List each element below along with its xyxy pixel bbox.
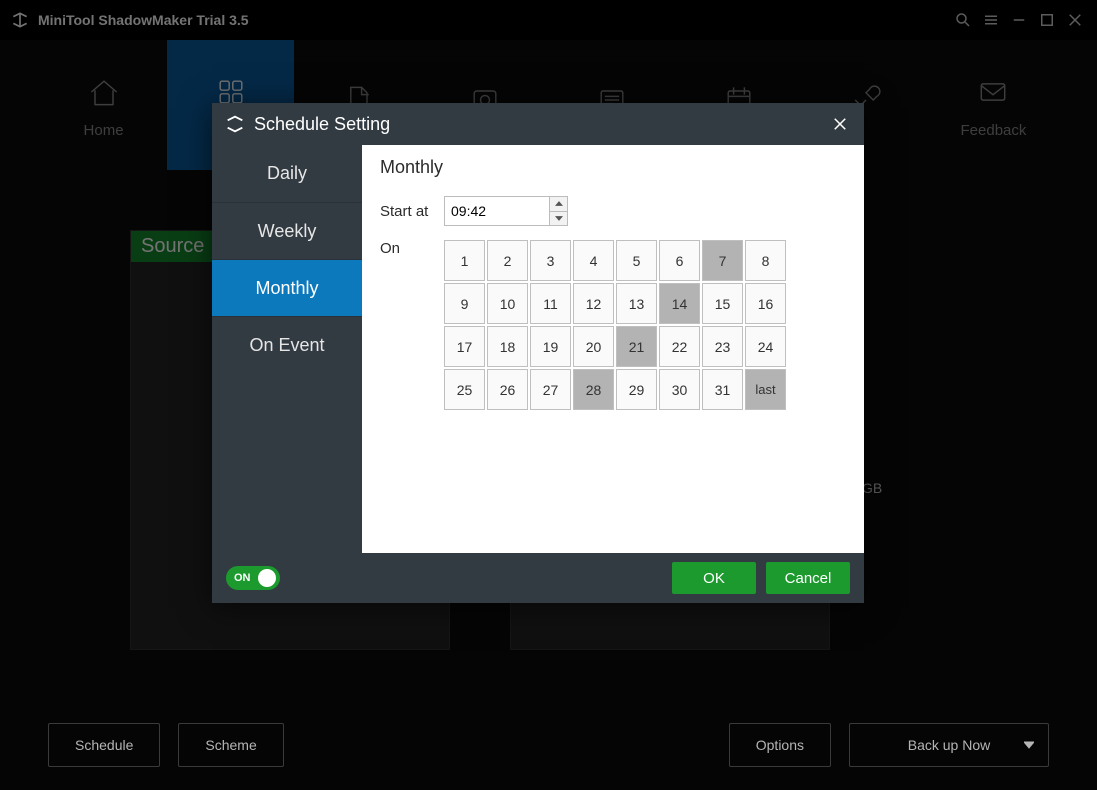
close-icon[interactable] — [828, 112, 852, 136]
day-7[interactable]: 7 — [702, 240, 743, 281]
day-26[interactable]: 26 — [487, 369, 528, 410]
bottom-bar: Schedule Scheme Options Back up Now — [0, 700, 1097, 790]
day-23[interactable]: 23 — [702, 326, 743, 367]
day-17[interactable]: 17 — [444, 326, 485, 367]
day-18[interactable]: 18 — [487, 326, 528, 367]
tab-on-event[interactable]: On Event — [212, 316, 362, 373]
days-grid: 1234567891011121314151617181920212223242… — [444, 240, 786, 410]
day-3[interactable]: 3 — [530, 240, 571, 281]
schedule-button[interactable]: Schedule — [48, 723, 160, 767]
day-30[interactable]: 30 — [659, 369, 700, 410]
start-time-spinner[interactable] — [444, 196, 568, 226]
day-15[interactable]: 15 — [702, 283, 743, 324]
tab-weekly[interactable]: Weekly — [212, 202, 362, 259]
tab-daily[interactable]: Daily — [212, 145, 362, 202]
day-1[interactable]: 1 — [444, 240, 485, 281]
day-25[interactable]: 25 — [444, 369, 485, 410]
cancel-button[interactable]: Cancel — [766, 562, 850, 594]
options-button[interactable]: Options — [729, 723, 831, 767]
day-last[interactable]: last — [745, 369, 786, 410]
start-time-input[interactable] — [445, 197, 549, 225]
scheme-button[interactable]: Scheme — [178, 723, 283, 767]
dialog-side-tabs: Daily Weekly Monthly On Event — [212, 145, 362, 553]
backup-now-button[interactable]: Back up Now — [849, 723, 1049, 767]
ok-button[interactable]: OK — [672, 562, 756, 594]
backup-now-label: Back up Now — [908, 737, 990, 753]
day-27[interactable]: 27 — [530, 369, 571, 410]
day-24[interactable]: 24 — [745, 326, 786, 367]
dialog-title: Schedule Setting — [254, 114, 390, 135]
day-19[interactable]: 19 — [530, 326, 571, 367]
toggle-knob — [258, 569, 276, 587]
day-13[interactable]: 13 — [616, 283, 657, 324]
day-8[interactable]: 8 — [745, 240, 786, 281]
day-5[interactable]: 5 — [616, 240, 657, 281]
chevron-down-icon — [1024, 737, 1034, 753]
day-12[interactable]: 12 — [573, 283, 614, 324]
day-16[interactable]: 16 — [745, 283, 786, 324]
day-14[interactable]: 14 — [659, 283, 700, 324]
day-6[interactable]: 6 — [659, 240, 700, 281]
start-at-label: Start at — [380, 203, 430, 220]
dialog-heading: Monthly — [380, 157, 846, 178]
toggle-on-text: ON — [234, 572, 251, 584]
app-logo-icon — [224, 113, 246, 135]
day-2[interactable]: 2 — [487, 240, 528, 281]
time-up-button[interactable] — [550, 197, 567, 211]
day-9[interactable]: 9 — [444, 283, 485, 324]
day-11[interactable]: 11 — [530, 283, 571, 324]
dialog-header: Schedule Setting — [212, 103, 864, 145]
day-21[interactable]: 21 — [616, 326, 657, 367]
day-4[interactable]: 4 — [573, 240, 614, 281]
day-22[interactable]: 22 — [659, 326, 700, 367]
dialog-footer: ON OK Cancel — [212, 553, 864, 603]
schedule-setting-dialog: Schedule Setting Daily Weekly Monthly On… — [212, 103, 864, 603]
dialog-main: Monthly Start at On 12345678910111213141… — [362, 145, 864, 553]
day-29[interactable]: 29 — [616, 369, 657, 410]
tab-monthly[interactable]: Monthly — [212, 259, 362, 316]
day-20[interactable]: 20 — [573, 326, 614, 367]
enable-toggle[interactable]: ON — [226, 566, 280, 590]
day-31[interactable]: 31 — [702, 369, 743, 410]
time-down-button[interactable] — [550, 211, 567, 226]
day-10[interactable]: 10 — [487, 283, 528, 324]
day-28[interactable]: 28 — [573, 369, 614, 410]
on-label: On — [380, 240, 430, 257]
